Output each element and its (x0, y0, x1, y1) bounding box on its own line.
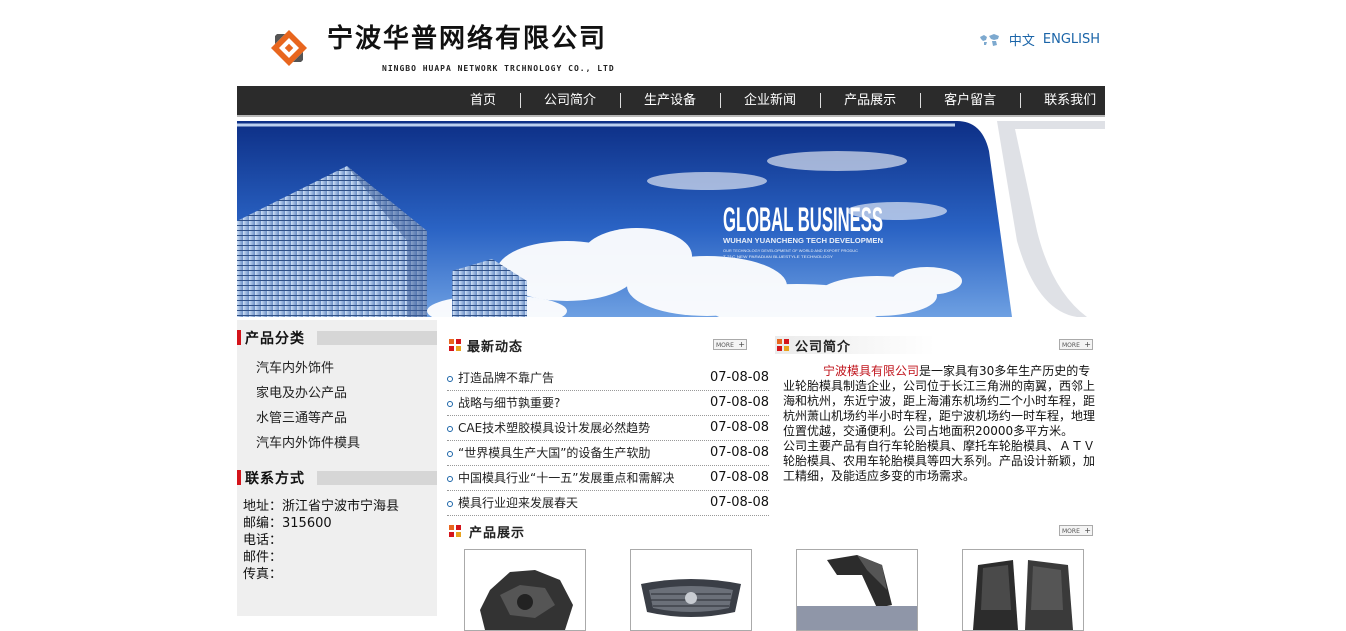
product-thumb[interactable] (796, 549, 918, 631)
product-image (797, 555, 917, 630)
bullet-icon (447, 426, 453, 432)
news-item[interactable]: 打造品牌不靠广告 07-08-08 (447, 366, 769, 391)
contact-address: 地址：浙江省宁波市宁海县 (243, 499, 400, 514)
categories-header: 产品分类 (237, 328, 437, 350)
contact-info: 地址：浙江省宁波市宁海县 邮编：315600 电话： 邮件： 传真： (243, 498, 437, 583)
product-thumb[interactable] (630, 549, 752, 631)
category-list: 汽车内外饰件 家电及办公产品 水管三通等产品 汽车内外饰件模具 (237, 356, 437, 456)
products-title: 产品展示 (469, 526, 526, 541)
bullet-icon (447, 451, 453, 457)
product-image (641, 579, 741, 617)
section-marker (237, 470, 241, 485)
contact-title: 联系方式 (245, 471, 305, 487)
section-marker (237, 330, 241, 345)
nav-products[interactable]: 产品展示 (820, 86, 920, 115)
news-item[interactable]: 中国模具行业“十一五”发展重点和需解决 07-08-08 (447, 466, 769, 491)
intro-body: 是一家具有30多年生产历史的专业轮胎模具制造企业，公司位于长江三角洲的南翼，西邻… (783, 364, 1096, 483)
category-item[interactable]: 家电及办公产品 (237, 381, 437, 406)
news-item-date: 07-08-08 (709, 395, 769, 410)
products-header: 产品展示 MORE (447, 522, 1095, 541)
banner-small-2: T 21C NEW PARADIAN BLUESTYLE TECHNOLOGY (723, 254, 833, 259)
section-dots-icon (449, 339, 461, 351)
category-item[interactable]: 汽车内外饰件模具 (237, 431, 437, 456)
language-switcher: 中文 ENGLISH (979, 30, 1100, 49)
section-dots-icon (777, 339, 789, 351)
nav-home[interactable]: 首页 (450, 86, 520, 115)
product-thumb[interactable] (464, 549, 586, 631)
contact-header: 联系方式 (237, 468, 437, 490)
category-item[interactable]: 汽车内外饰件 (237, 356, 437, 381)
intro-more-button[interactable]: MORE (1059, 339, 1093, 350)
page: 宁波华普网络有限公司 NINGBO HUAPA NETWORK TRCHNOLO… (237, 0, 1105, 631)
contact-postcode: 邮编：315600 (243, 516, 332, 531)
lang-en-link[interactable]: ENGLISH (1043, 32, 1100, 47)
contact-phone: 电话： (243, 533, 283, 548)
news-item-date: 07-08-08 (709, 495, 769, 510)
intro-title: 公司简介 (795, 340, 852, 355)
news-section: 最新动态 MORE 打造品牌不靠广告 07-08-08 战略与细节孰重要? 07-0… (447, 336, 769, 516)
news-header: 最新动态 MORE (447, 336, 769, 355)
categories-title: 产品分类 (245, 331, 305, 347)
intro-text: 宁波模具有限公司是一家具有30多年生产历史的专业轮胎模具制造企业，公司位于长江三… (783, 364, 1095, 484)
news-item-title[interactable]: 中国模具行业“十一五”发展重点和需解决 (458, 471, 674, 485)
news-item-date: 07-08-08 (709, 420, 769, 435)
banner-subline: WUHAN YUANCHENG TECH DEVELOPMEN (723, 238, 883, 245)
products-more-button[interactable]: MORE (1059, 525, 1093, 536)
hero-banner: GLOBAL BUSINESS WUHAN YUANCHENG TECH DEV… (237, 121, 1105, 317)
bullet-icon (447, 501, 453, 507)
banner-small-1: OUR TECHNOLOGY DEVELOPMENT OF WORLD AND … (723, 248, 858, 253)
company-logo-icon (271, 30, 307, 66)
nav-contact[interactable]: 联系我们 (1020, 86, 1120, 115)
company-name-en: NINGBO HUAPA NETWORK TRCHNOLOGY CO., LTD (382, 64, 615, 73)
nav-guestbook[interactable]: 客户留言 (920, 86, 1020, 115)
contact-email: 邮件： (243, 550, 283, 565)
product-image (480, 570, 573, 630)
news-item-title[interactable]: CAE技术塑胶模具设计发展必然趋势 (458, 421, 650, 435)
news-item-title[interactable]: 模具行业迎来发展春天 (458, 496, 578, 510)
product-image (973, 560, 1073, 630)
main-nav: 首页 公司简介 生产设备 企业新闻 产品展示 客户留言 联系我们 (237, 86, 1105, 117)
product-thumb[interactable] (962, 549, 1084, 631)
news-more-button[interactable]: MORE (713, 339, 747, 350)
section-dots-icon (449, 525, 461, 537)
bullet-icon (447, 376, 453, 382)
company-intro-section: 公司简介 MORE 宁波模具有限公司是一家具有30多年生产历史的专业轮胎模具制造… (775, 336, 1095, 484)
product-row (464, 549, 1104, 631)
intro-header: 公司简介 MORE (775, 336, 1095, 355)
news-item-date: 07-08-08 (709, 445, 769, 460)
company-name-cn: 宁波华普网络有限公司 (327, 24, 608, 54)
news-item[interactable]: 模具行业迎来发展春天 07-08-08 (447, 491, 769, 516)
news-title: 最新动态 (467, 340, 524, 355)
banner-headline: GLOBAL BUSINESS (723, 201, 883, 239)
bullet-icon (447, 476, 453, 482)
section-strip (317, 471, 437, 485)
bullet-icon (447, 401, 453, 407)
news-item[interactable]: 战略与细节孰重要? 07-08-08 (447, 391, 769, 416)
news-item[interactable]: CAE技术塑胶模具设计发展必然趋势 07-08-08 (447, 416, 769, 441)
nav-about[interactable]: 公司简介 (520, 86, 620, 115)
news-item-title[interactable]: 战略与细节孰重要? (458, 396, 560, 410)
globe-icon (979, 33, 999, 46)
news-item-title[interactable]: “世界模具生产大国”的设备生产软肋 (458, 446, 650, 460)
category-item[interactable]: 水管三通等产品 (237, 406, 437, 431)
news-list: 打造品牌不靠广告 07-08-08 战略与细节孰重要? 07-08-08 CAE技术… (447, 366, 769, 516)
products-section: 产品展示 MORE (447, 522, 1095, 631)
lang-cn-link[interactable]: 中文 (1009, 30, 1035, 49)
contact-fax: 传真： (243, 567, 283, 582)
news-item-date: 07-08-08 (709, 370, 769, 385)
news-item-title[interactable]: 打造品牌不靠广告 (458, 371, 554, 385)
section-strip (317, 331, 437, 345)
intro-company-link[interactable]: 宁波模具有限公司 (823, 364, 919, 378)
left-sidebar: 产品分类 汽车内外饰件 家电及办公产品 水管三通等产品 汽车内外饰件模具 联系方… (237, 320, 437, 616)
nav-equipment[interactable]: 生产设备 (620, 86, 720, 115)
news-item-date: 07-08-08 (709, 470, 769, 485)
news-item[interactable]: “世界模具生产大国”的设备生产软肋 07-08-08 (447, 441, 769, 466)
nav-news[interactable]: 企业新闻 (720, 86, 820, 115)
